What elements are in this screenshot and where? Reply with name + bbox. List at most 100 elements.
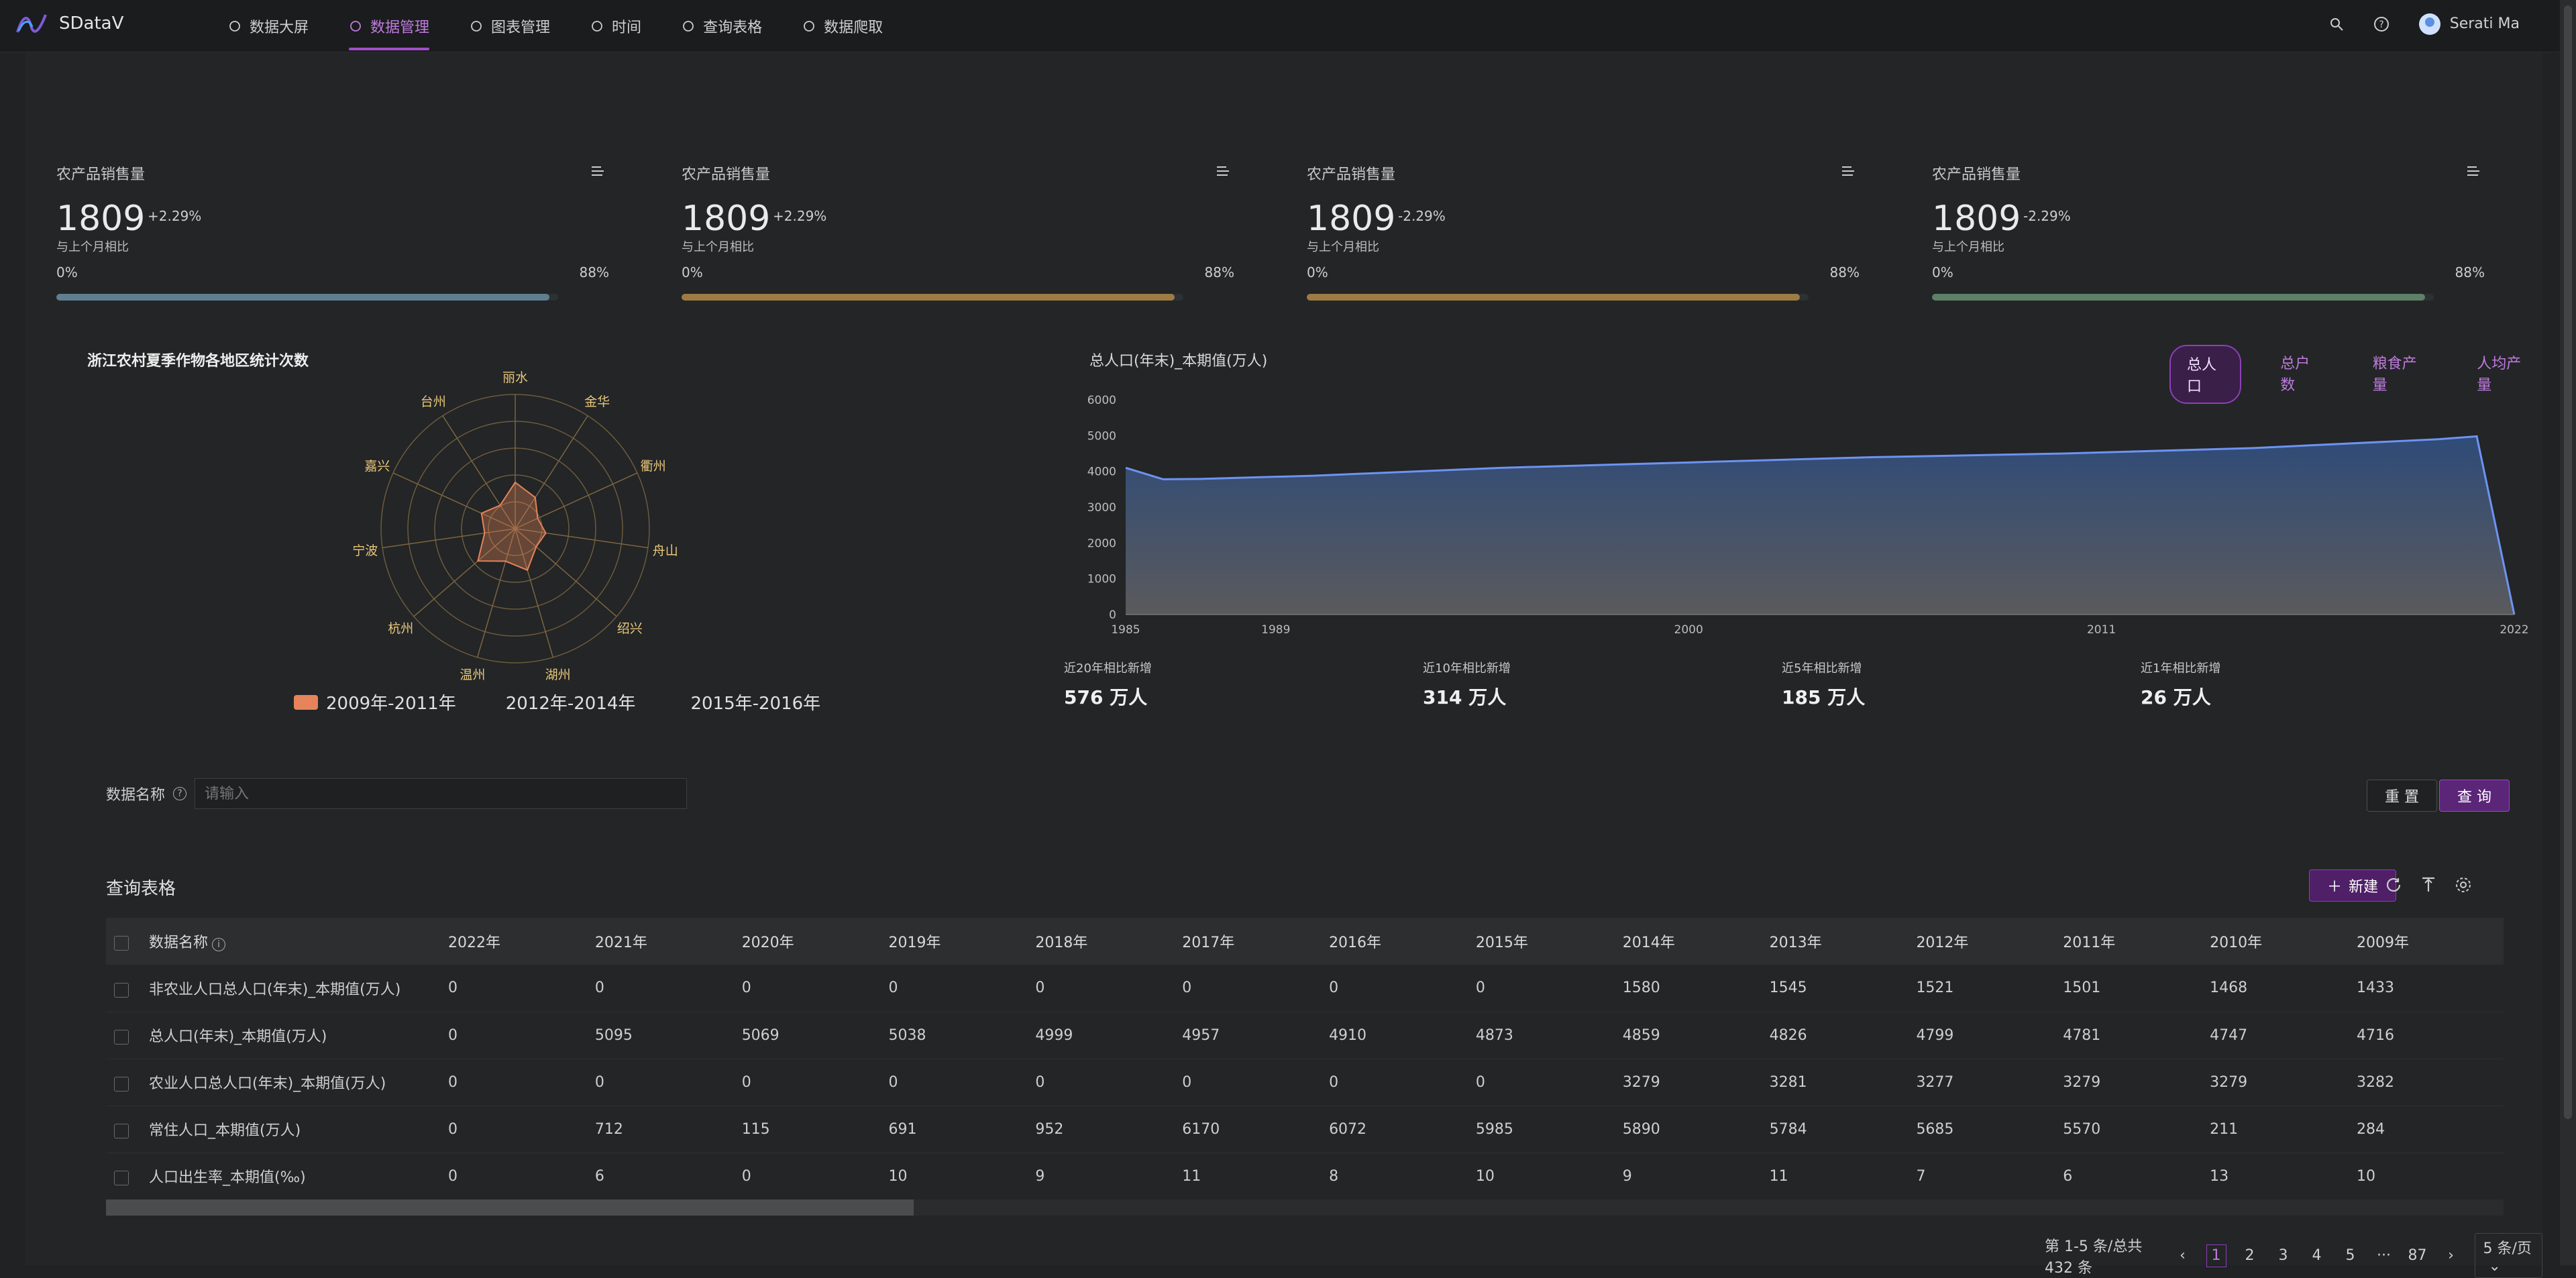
cell-value: 5069 [741, 1026, 780, 1044]
table-cell: 农业人口总人口(年末)_本期值(万人) [106, 1059, 448, 1106]
table-cell: 10 [888, 1153, 1036, 1200]
card-title: 农产品销售量 [682, 166, 771, 183]
reset-button[interactable]: 重 置 [2367, 780, 2437, 812]
user-menu[interactable]: Serati Ma [2418, 13, 2520, 35]
page-3[interactable]: 3 [2273, 1244, 2294, 1267]
data-name-input[interactable] [195, 778, 688, 809]
table-cell: 5570 [2063, 1106, 2210, 1153]
table-cell: 5038 [888, 1012, 1036, 1059]
cell-value: 4781 [2063, 1026, 2101, 1044]
row-checkbox[interactable] [114, 982, 129, 998]
cell-value: 0 [594, 1073, 604, 1091]
refresh-icon[interactable] [2383, 875, 2404, 895]
scroll-thumb[interactable] [106, 1200, 914, 1216]
help-icon[interactable]: ? [2373, 16, 2390, 32]
nav-item-1[interactable]: 数据管理 [349, 0, 430, 52]
column-header-label: 2018年 [1035, 935, 1088, 951]
column-header-label: 数据名称 [149, 935, 209, 951]
select-all-checkbox[interactable] [114, 936, 129, 951]
menu-icon[interactable] [590, 165, 605, 177]
query-button[interactable]: 查 询 [2439, 780, 2510, 812]
column-header-name: 数据名称 i [106, 918, 448, 965]
table-cell: 4747 [2210, 1012, 2357, 1059]
table-cell: 3282 [2356, 1059, 2504, 1106]
row-checkbox[interactable] [114, 1030, 129, 1045]
next-page-icon[interactable]: › [2441, 1244, 2461, 1267]
cell-value: 3279 [1622, 1073, 1660, 1091]
y-tick-label: 6000 [1087, 394, 1116, 407]
growth-stat: 近20年相比新增 576 万人 [1064, 659, 1152, 710]
column-header-label: 2016年 [1329, 935, 1382, 951]
row-checkbox[interactable] [114, 1171, 129, 1185]
column-header-label: 2011年 [2063, 935, 2116, 951]
table-cell: 11 [1182, 1153, 1330, 1200]
page-2[interactable]: 2 [2240, 1244, 2260, 1267]
table-cell: 952 [1035, 1106, 1183, 1153]
horizontal-scrollbar[interactable] [106, 1200, 2504, 1216]
row-checkbox[interactable] [114, 1077, 129, 1091]
card-subtitle: 与上个月相比 [1307, 240, 1379, 254]
column-header-label: 2009年 [2356, 935, 2409, 951]
prev-page-icon[interactable]: ‹ [2173, 1244, 2193, 1267]
column-header: 2017年 [1182, 918, 1330, 965]
column-header: 2014年 [1622, 918, 1770, 965]
nav-item-4[interactable]: 查询表格 [682, 0, 762, 52]
nav-item-0[interactable]: 数据大屏 [228, 0, 309, 52]
cell-value: 1521 [1916, 979, 1954, 997]
growth-stat-label: 近1年相比新增 [2141, 661, 2221, 676]
legend-item[interactable]: 2009年-2011年 [294, 690, 456, 714]
cell-value: 3282 [2356, 1073, 2394, 1091]
legend-item[interactable]: 2015年-2016年 [690, 690, 820, 714]
info-icon[interactable]: ? [173, 787, 187, 800]
stat-card: 农产品销售量 1809 +2.29% 与上个月相比 0% 88% [651, 106, 1254, 301]
progress-fill [1932, 294, 2425, 301]
table-cell: 1501 [2063, 965, 2210, 1012]
page-1[interactable]: 1 [2206, 1244, 2226, 1267]
cell-value: 3277 [1916, 1073, 1954, 1091]
column-header: 2010年 [2210, 918, 2357, 965]
progress-bar [1932, 294, 2434, 301]
cell-value: 6072 [1329, 1120, 1367, 1138]
main-content: 农产品销售量 1809 +2.29% 与上个月相比 0% 88% 农产品销售量 1809 +2.… [25, 52, 2542, 1278]
stat-card: 农产品销售量 1809 -2.29% 与上个月相比 0% 88% [1276, 106, 1880, 301]
radar-axis-label: 丽水 [502, 370, 528, 385]
row-checkbox[interactable] [114, 1124, 129, 1138]
column-height-icon[interactable] [2418, 875, 2438, 895]
app-logo[interactable]: SDataV [16, 12, 123, 35]
page-87[interactable]: 87 [2408, 1244, 2428, 1267]
menu-icon[interactable] [2466, 165, 2481, 177]
stat-card: 农产品销售量 1809 -2.29% 与上个月相比 0% 88% [1901, 106, 2505, 301]
page-size-select[interactable]: 5 条/页⌄ [2474, 1233, 2542, 1278]
page-4[interactable]: 4 [2307, 1244, 2327, 1267]
legend-item[interactable]: 2012年-2014年 [506, 690, 636, 714]
menu-icon[interactable] [1216, 165, 1230, 177]
page-5[interactable]: 5 [2341, 1244, 2361, 1267]
settings-icon[interactable] [2453, 875, 2473, 895]
card-value: 1809 [1307, 199, 1396, 239]
search-icon[interactable] [2329, 17, 2344, 32]
cell-value: 0 [448, 1073, 458, 1091]
cell-value: 0 [448, 979, 458, 997]
menu-icon[interactable] [1841, 165, 1856, 177]
progress-start: 0% [682, 264, 703, 280]
radar-axis-label: 金华 [584, 394, 610, 409]
table-cell: 6072 [1329, 1106, 1476, 1153]
cell-value: 0 [741, 979, 751, 997]
info-icon[interactable]: i [212, 938, 226, 951]
cell-value: 6 [2063, 1167, 2073, 1185]
table-row: 农业人口总人口(年末)_本期值(万人) 0 0 0 0 0 0 0 0 3279 3281 3277 3… [106, 1059, 2504, 1106]
radar-chart: 丽水金华衢州舟山绍兴湖州 温州 杭州 宁波 嘉兴 台州 [352, 370, 678, 682]
pagination: 第 1-5 条/总共 432 条 ‹ 1 2 3 4 5 ··· 87 › 5 条/页⌄ [2045, 1233, 2542, 1278]
cell-value: 8 [1329, 1167, 1339, 1185]
nav-item-2[interactable]: 图表管理 [470, 0, 550, 52]
nav-item-3[interactable]: 时间 [590, 0, 641, 52]
column-header: 2019年 [888, 918, 1036, 965]
table-cell: 常住人口_本期值(万人) [106, 1106, 448, 1153]
page-···[interactable]: ··· [2374, 1244, 2394, 1267]
nav-icon [683, 21, 694, 32]
table-cell: 6 [594, 1153, 742, 1200]
table-cell: 4957 [1182, 1012, 1330, 1059]
vertical-scrollbar[interactable] [2560, 0, 2576, 1265]
progress-start: 0% [1307, 264, 1328, 280]
nav-item-5[interactable]: 数据爬取 [802, 0, 883, 52]
